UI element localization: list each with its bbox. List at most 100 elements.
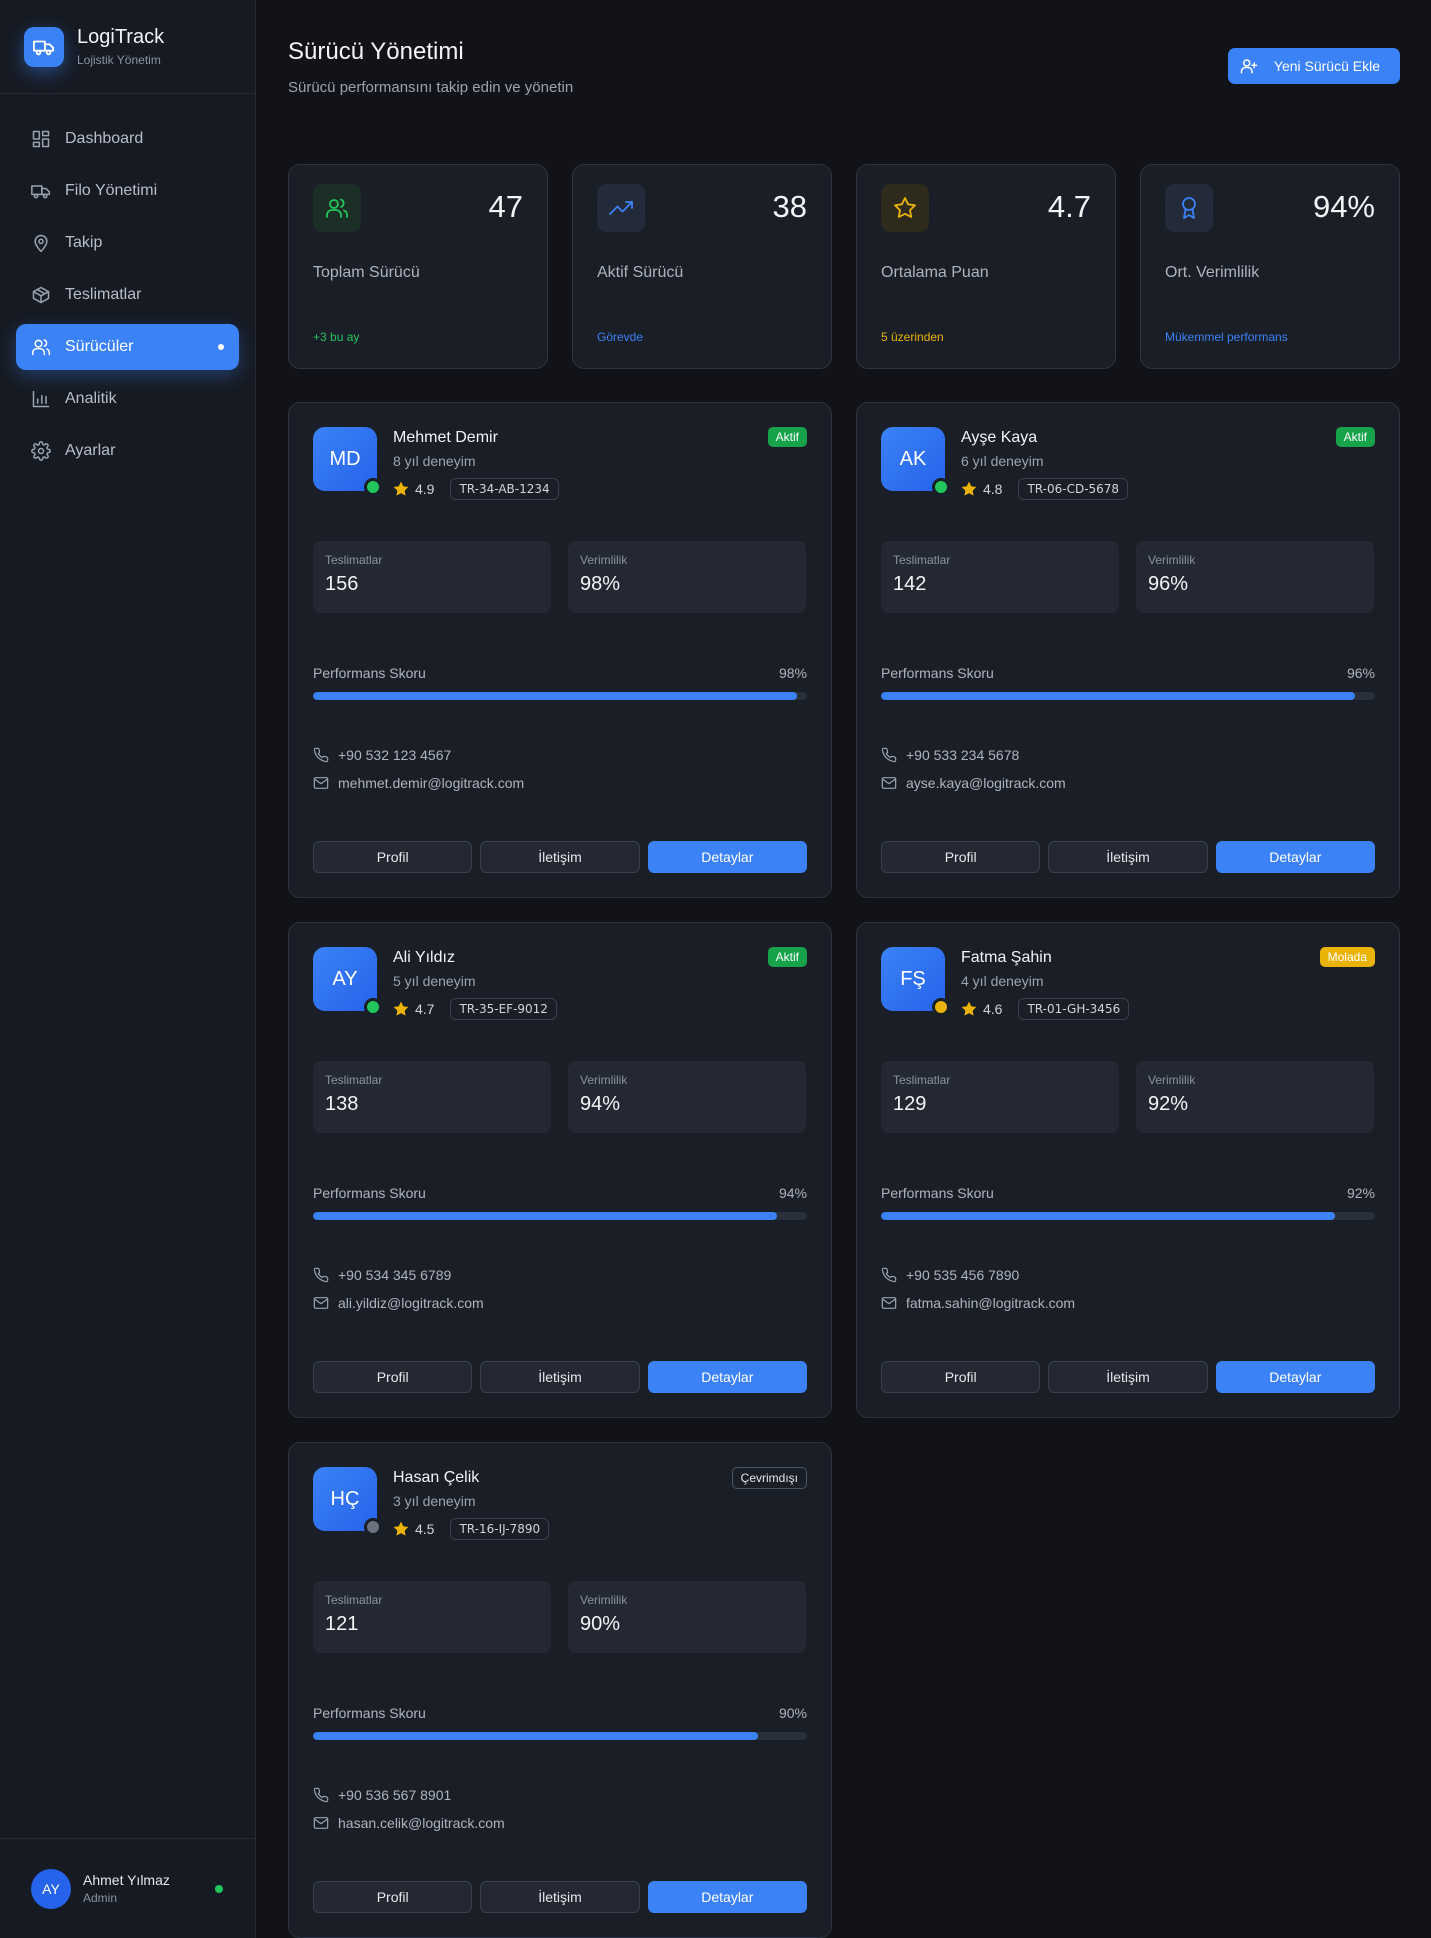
profile-button[interactable]: Profil <box>313 1361 473 1393</box>
profile-button[interactable]: Profil <box>313 1881 473 1913</box>
performance-label: Performans Skoru <box>313 1185 426 1201</box>
metric-label: Verimlilik <box>1148 1073 1196 1087</box>
contact-button[interactable]: İletişim <box>1048 841 1208 873</box>
metric-value: 129 <box>893 1093 927 1115</box>
gear-icon <box>31 441 51 461</box>
performance-value: 98% <box>778 665 807 681</box>
driver-rating: 4.5 <box>415 1521 435 1537</box>
sidebar-item-label: Sürücüler <box>65 338 134 355</box>
profile-button[interactable]: Profil <box>881 841 1041 873</box>
progress-fill <box>313 692 798 700</box>
sidebar-item-map-pin[interactable]: Takip <box>16 220 239 266</box>
progress-bar <box>313 1212 807 1220</box>
metric-label: Verimlilik <box>580 1073 628 1087</box>
phone-icon <box>881 747 897 763</box>
sidebar-item-dashboard[interactable]: Dashboard <box>16 116 239 162</box>
driver-rating: 4.8 <box>983 481 1003 497</box>
phone-icon <box>313 1787 329 1803</box>
avatar-initials: AK <box>899 447 927 470</box>
deliveries-metric: Teslimatlar 142 <box>881 541 1119 613</box>
profile-button[interactable]: Profil <box>881 1361 1041 1393</box>
sidebar-item-bar-chart[interactable]: Analitik <box>16 376 239 422</box>
driver-email: ali.yildiz@logitrack.com <box>338 1295 484 1311</box>
stat-note: +3 bu ay <box>313 330 360 344</box>
metric-value: 142 <box>893 573 927 595</box>
details-button[interactable]: Detaylar <box>647 841 807 873</box>
performance-value: 94% <box>778 1185 807 1201</box>
add-driver-button[interactable]: Yeni Sürücü Ekle <box>1227 48 1400 84</box>
sidebar-item-truck[interactable]: Filo Yönetimi <box>16 168 239 214</box>
map-pin-icon <box>31 233 51 253</box>
status-dot <box>932 478 950 496</box>
driver-name: Fatma Şahin <box>961 949 1052 966</box>
status-badge: Molada <box>1319 947 1375 967</box>
progress-bar <box>881 692 1375 700</box>
package-icon <box>31 285 51 305</box>
efficiency-metric: Verimlilik 94% <box>568 1061 806 1133</box>
driver-experience: 3 yıl deneyim <box>393 1493 476 1509</box>
status-dot <box>364 478 382 496</box>
sidebar-item-label: Ayarlar <box>65 442 116 459</box>
driver-name: Ayşe Kaya <box>961 429 1038 446</box>
app-root: LogiTrack Lojistik Yönetim Dashboard Filo… <box>0 0 1431 1938</box>
progress-fill <box>313 1212 778 1220</box>
sidebar-item-users[interactable]: Sürücüler <box>16 324 239 370</box>
stats-grid: 47 Toplam Sürücü +3 bu ay 38 Aktif Sürücü Gör… <box>288 164 1400 369</box>
avatar-initials: AY <box>332 967 358 990</box>
driver-phone: +90 535 456 7890 <box>906 1267 1020 1283</box>
sidebar-item-label: Filo Yönetimi <box>65 182 158 199</box>
users-icon <box>31 337 51 357</box>
mail-icon <box>313 1817 329 1829</box>
phone-icon <box>313 747 329 763</box>
sidebar-item-package[interactable]: Teslimatlar <box>16 272 239 318</box>
user-profile[interactable]: AY Ahmet Yılmaz Admin <box>0 1838 255 1938</box>
performance-score: Performans Skoru 98% <box>313 665 807 700</box>
details-button[interactable]: Detaylar <box>647 1881 807 1913</box>
stat-note: Görevde <box>597 330 644 344</box>
metric-label: Teslimatlar <box>893 553 951 567</box>
status-dot <box>364 998 382 1016</box>
driver-experience: 4 yıl deneyim <box>961 973 1044 989</box>
performance-score: Performans Skoru 92% <box>881 1185 1375 1220</box>
stat-value: 47 <box>488 189 523 224</box>
metric-value: 121 <box>325 1613 359 1635</box>
truck-icon <box>31 181 51 201</box>
status-badge: Aktif <box>1335 427 1375 447</box>
details-button[interactable]: Detaylar <box>1215 841 1375 873</box>
sidebar-item-label: Dashboard <box>65 130 144 147</box>
efficiency-metric: Verimlilik 90% <box>568 1581 806 1653</box>
users-icon <box>313 184 361 232</box>
driver-rating: 4.9 <box>415 481 435 497</box>
stat-card: 38 Aktif Sürücü Görevde <box>572 164 832 369</box>
avatar: AY <box>313 947 382 1016</box>
sidebar-item-gear[interactable]: Ayarlar <box>16 428 239 474</box>
progress-bar <box>313 692 807 700</box>
stat-value: 38 <box>772 189 807 224</box>
metric-label: Teslimatlar <box>893 1073 951 1087</box>
driver-phone: +90 532 123 4567 <box>338 747 452 763</box>
driver-email: hasan.celik@logitrack.com <box>338 1815 505 1831</box>
contact-button[interactable]: İletişim <box>480 1881 640 1913</box>
contact-button[interactable]: İletişim <box>480 1361 640 1393</box>
brand-subtitle: Lojistik Yönetim <box>77 53 161 67</box>
progress-bar <box>881 1212 1375 1220</box>
details-button[interactable]: Detaylar <box>647 1361 807 1393</box>
details-button[interactable]: Detaylar <box>1215 1361 1375 1393</box>
driver-card: AY Ali Yıldız 5 yıl deneyim 4.7 TR-35-EF-901… <box>288 922 832 1418</box>
phone-icon <box>881 1267 897 1283</box>
contact-info: +90 535 456 7890 fatma.sahin@logitrack.co… <box>881 1266 1375 1312</box>
driver-phone: +90 534 345 6789 <box>338 1267 452 1283</box>
vehicle-plate: TR-01-GH-3456 <box>1018 998 1130 1020</box>
contact-button[interactable]: İletişim <box>1048 1361 1208 1393</box>
metric-value: 96% <box>1148 573 1189 595</box>
stat-note: 5 üzerinden <box>881 330 944 344</box>
brand-title: LogiTrack <box>77 26 165 48</box>
avatar: AK <box>881 427 950 496</box>
avatar: MD <box>313 427 382 496</box>
efficiency-metric: Verimlilik 96% <box>1136 541 1374 613</box>
star-icon <box>393 1521 409 1536</box>
contact-button[interactable]: İletişim <box>480 841 640 873</box>
profile-button[interactable]: Profil <box>313 841 473 873</box>
metric-value: 156 <box>325 573 359 595</box>
progress-fill <box>881 692 1356 700</box>
